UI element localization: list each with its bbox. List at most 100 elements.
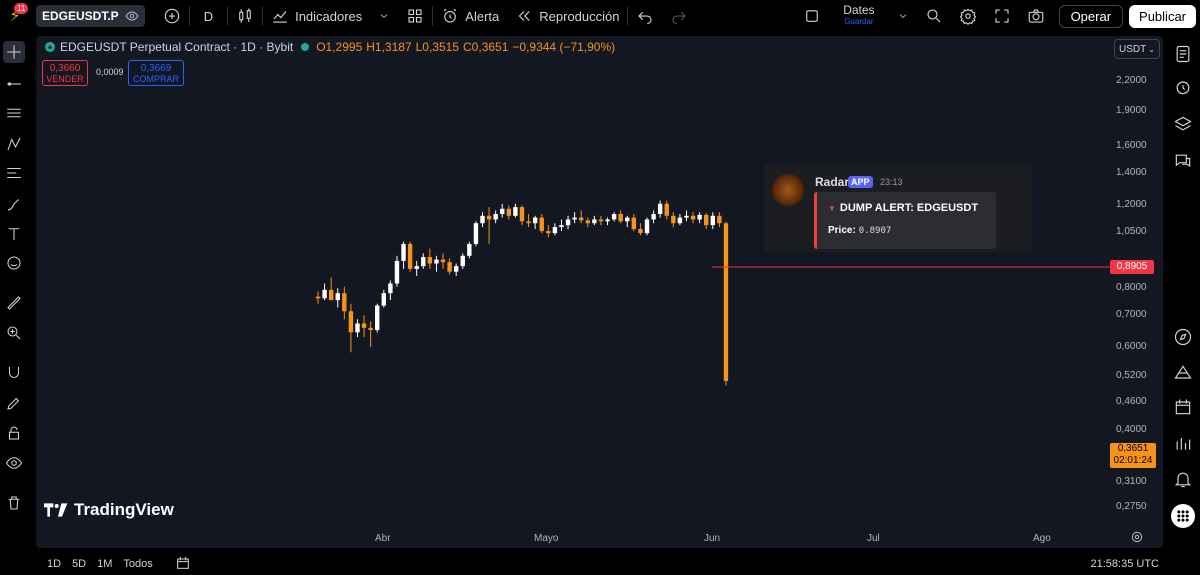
range-all[interactable]: Todos [123,558,152,570]
redo-button[interactable] [662,0,696,32]
candle-body [480,215,485,224]
time-tick: Abr [375,533,391,544]
price-tick: 0,4600 [1116,396,1147,407]
fib-tool[interactable] [3,102,25,124]
candle-body [717,215,722,224]
trend-line-tool[interactable] [3,73,25,95]
chart-type-button[interactable] [228,0,262,32]
layouts-button[interactable] [398,0,432,32]
zoom-tool[interactable] [3,322,25,344]
crosshair-tool[interactable] [3,41,25,63]
fullscreen-toggle[interactable] [795,0,829,32]
undo-button[interactable] [628,0,662,32]
line-icon [7,82,21,86]
notifications-button[interactable]: ⚡ 11 [0,0,30,32]
candle-body [361,323,367,328]
candle-body [697,214,702,220]
exchange-logo-icon [45,42,55,52]
date-range-button[interactable] [175,555,191,574]
replay-button[interactable]: Reproducción [507,0,627,32]
text-tool[interactable] [3,223,25,245]
candle-body [414,266,419,269]
snapshot-button[interactable] [1019,0,1053,32]
candle-body [493,214,498,220]
more-apps-button[interactable] [1171,504,1195,528]
forecast-icon [7,167,21,179]
symbol-search[interactable]: EDGEUSDT.P [36,5,145,27]
alerts-button[interactable] [1172,76,1194,98]
price-tick: 1,9000 [1116,105,1147,116]
candle-body [605,219,610,222]
interval-button[interactable]: D [190,0,227,32]
legend-open: O1,2995 [316,40,363,54]
chart-panel[interactable]: EDGEUSDT Perpetual Contract · 1D · Bybit… [36,36,1163,548]
indicator-templates-button[interactable] [370,0,398,32]
candle-body [315,296,321,299]
remove-drawings-tool[interactable] [3,492,25,514]
compare-button[interactable] [155,0,189,32]
settings-button[interactable] [951,0,985,32]
utc-clock[interactable]: 21:58:35 UTC [1091,558,1159,570]
ideas-button[interactable] [1172,326,1194,348]
candle-body [473,223,479,244]
stay-drawing-tool[interactable] [3,392,25,414]
ruler-tool[interactable] [3,292,25,314]
trade-button[interactable]: Operar [1058,4,1124,28]
fullscreen-button[interactable] [985,0,1019,32]
brush-tool[interactable] [3,193,25,215]
candle-body [592,219,597,224]
trading-panel-button[interactable] [1172,362,1194,384]
embed-title-text: DUMP ALERT: EDGEUSDT [839,202,979,214]
embed-price: Price: 0.8907 [828,225,891,236]
magnet-tool[interactable] [3,362,25,384]
quick-search-button[interactable] [917,0,951,32]
candles-icon [239,8,251,23]
axis-settings-button[interactable] [1130,530,1144,548]
price-chart[interactable] [36,36,1163,548]
dots-grid-icon [1177,510,1189,522]
legend-high: H1,3187 [366,40,412,54]
layout-menu-button[interactable] [889,0,917,32]
crosshair-icon [7,45,21,59]
currency-select[interactable]: USDT ⌄ [1114,39,1160,59]
avatar [772,174,804,206]
range-5d[interactable]: 5D [72,558,86,570]
notification-count: 11 [14,3,29,14]
alert-price-label[interactable]: 0,8905 [1110,260,1154,274]
publish-button[interactable]: Publicar [1129,4,1196,28]
candle-body [500,208,505,215]
candle-body [539,217,544,232]
emoji-tool[interactable] [3,252,25,274]
chart-line-icon [273,11,287,23]
tradingview-logo-icon [44,503,68,517]
object-tree-button[interactable] [1172,113,1194,135]
indicators-button[interactable]: Indicadores [263,0,370,32]
pine-editor-button[interactable] [1172,432,1194,454]
sell-button[interactable]: 0,3660 VENDER [42,60,88,86]
chats-button[interactable] [1172,150,1194,172]
symbol-name: EDGEUSDT.P [42,9,119,23]
buy-button[interactable]: 0,3669 COMPRAR [128,60,184,86]
grid-icon [408,9,422,23]
candle-body [486,215,492,220]
time-tick: Jun [704,533,721,544]
pattern-tool[interactable] [3,133,25,155]
market-status-dot [301,43,310,51]
bar-chart-icon [1176,438,1191,450]
range-1d[interactable]: 1D [47,558,61,570]
candle-body [723,223,729,381]
forecast-tool[interactable] [3,162,25,184]
tradingview-logo[interactable]: TradingView [44,500,174,520]
layout-save-button[interactable]: Dates Guardar [829,0,888,32]
alert-button[interactable]: Alerta [433,0,507,32]
layers-icon [1174,116,1192,131]
notifications-panel-button[interactable] [1172,468,1194,490]
lock-tool[interactable] [3,422,25,444]
watchlist-button[interactable] [1172,43,1194,65]
price-tick: 0,3100 [1116,476,1147,487]
calendar-button[interactable] [1172,396,1194,418]
candle-body [388,283,393,294]
range-1m[interactable]: 1M [97,558,112,570]
hide-drawings-tool[interactable] [3,452,25,474]
candle-body [375,305,380,331]
